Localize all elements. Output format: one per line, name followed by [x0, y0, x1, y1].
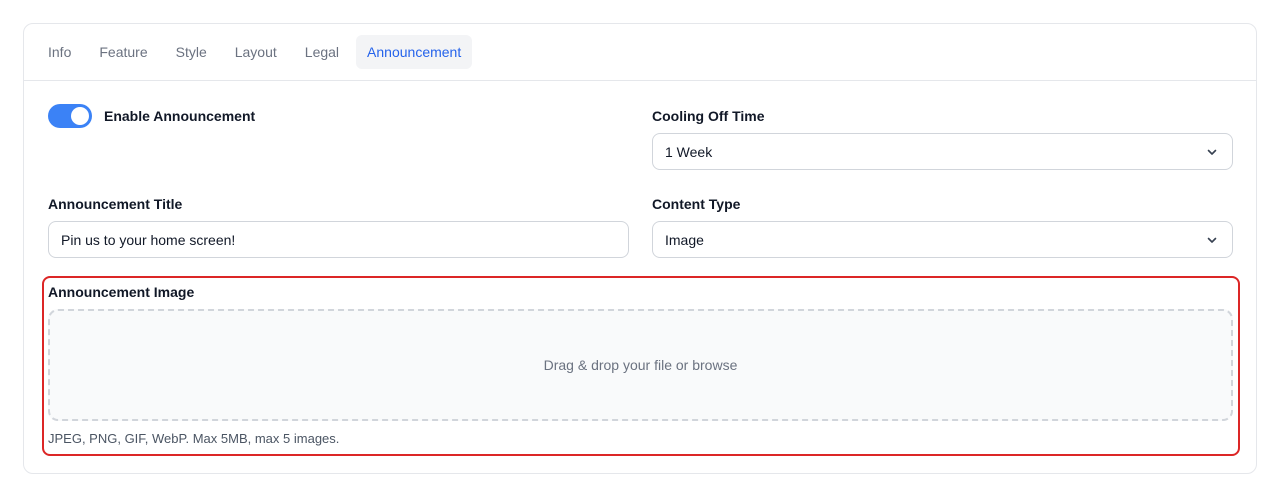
- image-dropzone[interactable]: Drag & drop your file or browse: [48, 309, 1233, 421]
- announcement-settings-card: Info Feature Style Layout Legal Announce…: [23, 23, 1257, 474]
- enable-announcement-label: Enable Announcement: [104, 108, 256, 124]
- dropzone-text: Drag & drop your file or browse: [543, 357, 738, 373]
- tab-layout[interactable]: Layout: [224, 35, 288, 69]
- tab-info[interactable]: Info: [37, 35, 82, 69]
- tab-style[interactable]: Style: [165, 35, 218, 69]
- chevron-down-icon: [1204, 232, 1220, 248]
- cooling-off-time-select[interactable]: 1 Week: [652, 133, 1233, 170]
- chevron-down-icon: [1204, 144, 1220, 160]
- enable-announcement-toggle[interactable]: [48, 104, 92, 128]
- tab-bar: Info Feature Style Layout Legal Announce…: [24, 24, 1256, 81]
- tab-feature[interactable]: Feature: [88, 35, 158, 69]
- cooling-off-time-value: 1 Week: [665, 143, 713, 160]
- announcement-title-input[interactable]: [61, 231, 616, 248]
- tab-announcement[interactable]: Announcement: [356, 35, 473, 69]
- announcement-title-field[interactable]: [48, 221, 629, 258]
- announcement-image-label: Announcement Image: [48, 284, 195, 300]
- content-type-select[interactable]: Image: [652, 221, 1233, 258]
- cooling-off-time-label: Cooling Off Time: [652, 108, 765, 124]
- image-help-text: JPEG, PNG, GIF, WebP. Max 5MB, max 5 ima…: [48, 431, 340, 446]
- content-type-value: Image: [665, 231, 704, 248]
- content-type-label: Content Type: [652, 196, 741, 212]
- toggle-knob: [71, 107, 89, 125]
- tab-legal[interactable]: Legal: [294, 35, 350, 69]
- announcement-title-label: Announcement Title: [48, 196, 183, 212]
